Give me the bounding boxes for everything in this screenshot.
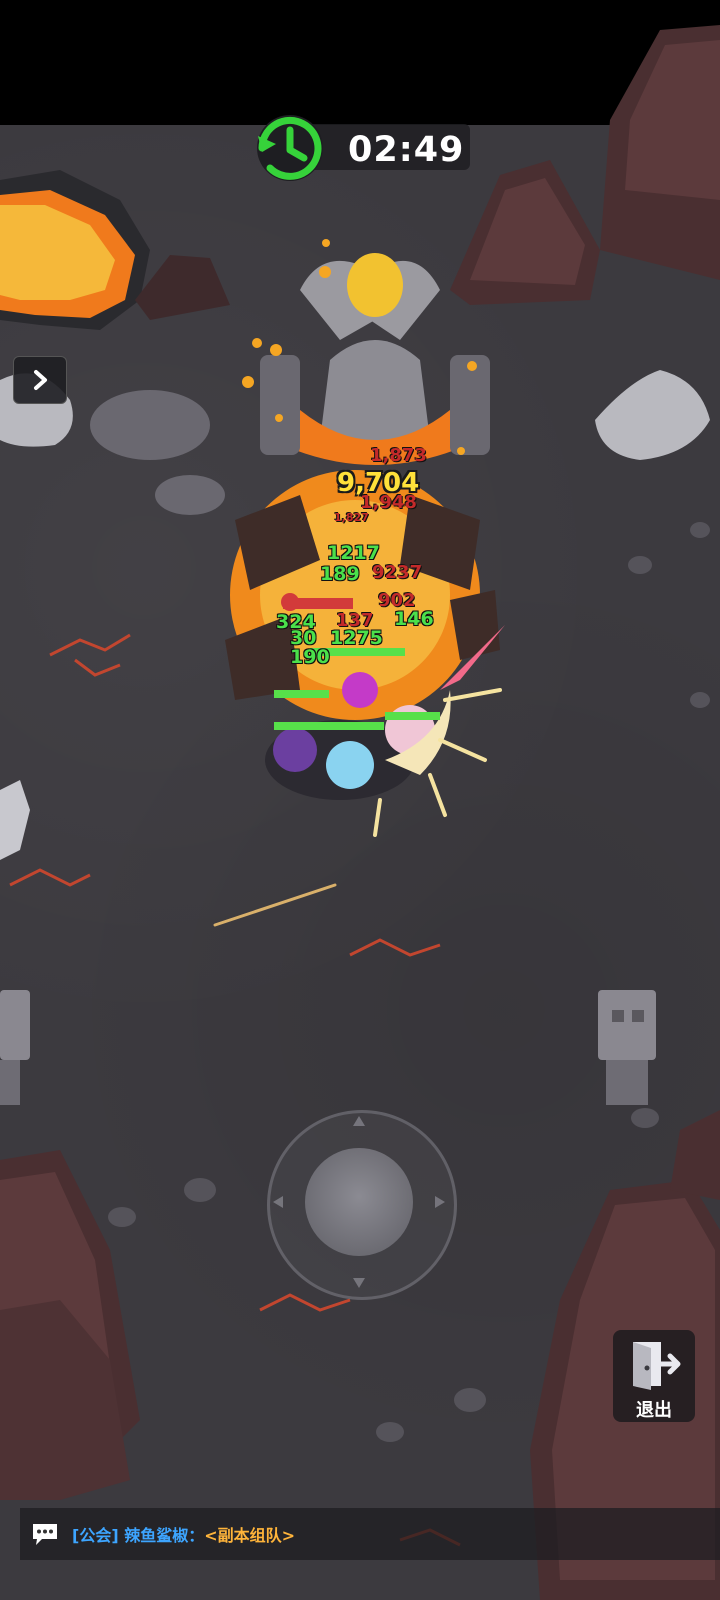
chat-channel: [公会] (72, 1526, 119, 1545)
chat-content: <副本组队> (204, 1526, 296, 1545)
exit-label: 退出 (636, 1400, 672, 1421)
damage-number: 9237 (372, 562, 423, 583)
chat-separator: ： (188, 1526, 205, 1545)
stone-totem-right (598, 990, 656, 1105)
chat-username: 辣鱼鲨椒 (124, 1526, 189, 1545)
clock-restore-icon (257, 115, 323, 181)
timer-value: 02:49 (348, 130, 465, 170)
boss-skull-icon (281, 593, 299, 611)
heal-number: 146 (394, 608, 434, 630)
game-scene (0, 25, 720, 1600)
exit-button[interactable]: 退出 (613, 1330, 695, 1422)
damage-number: 1,827 (334, 511, 369, 524)
chat-bubble-icon (33, 1524, 57, 1545)
heal-number: 1217 (327, 542, 380, 564)
match-timer: 02:49 (250, 108, 470, 186)
robot-edge (0, 780, 30, 860)
damage-number: 1,873 (370, 445, 427, 466)
heal-number: 1275 (330, 627, 383, 649)
heal-number: 189 (320, 563, 360, 585)
chat-message: [公会] 辣鱼鲨椒：<副本组队> (72, 1522, 295, 1546)
bone-pile-right (595, 370, 710, 460)
chevron-right-icon (34, 370, 47, 390)
chat-bar[interactable]: [公会] 辣鱼鲨椒：<副本组队> (20, 1508, 720, 1560)
heal-number: 190 (290, 646, 330, 668)
exit-door-icon (633, 1342, 681, 1390)
stone-totem-left (0, 990, 30, 1105)
rock-small (135, 255, 230, 320)
expand-panel-button[interactable] (13, 356, 67, 404)
damage-number: 1,948 (360, 492, 417, 513)
joystick-arrows (273, 1116, 445, 1288)
